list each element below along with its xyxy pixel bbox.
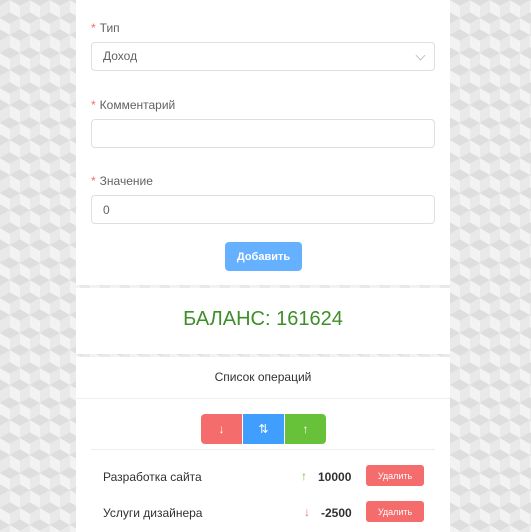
delete-button[interactable]: Удалить	[366, 501, 424, 522]
chevron-down-icon	[415, 50, 426, 61]
type-label: * Тип	[91, 21, 120, 35]
comment-input[interactable]	[91, 119, 435, 148]
value-input[interactable]	[91, 195, 435, 224]
required-mark: *	[91, 21, 96, 35]
arrow-up-icon: ↑	[301, 469, 307, 483]
arrow-down-icon: ↓	[218, 422, 225, 436]
list-item: Услуги дизайнера ↓ -2500 Удалить	[76, 501, 450, 525]
required-mark: *	[91, 98, 96, 112]
list-item: Разработка сайта ↑ 10000 Удалить	[76, 465, 450, 489]
arrow-down-icon: ↓	[304, 505, 310, 519]
balance-text: БАЛАНС: 161624	[183, 308, 343, 330]
type-select[interactable]: Доход	[91, 42, 435, 71]
divider	[91, 449, 435, 450]
operations-title: Список операций	[76, 357, 450, 399]
filter-button-group: ↓ ⇅ ↑	[201, 414, 326, 444]
type-select-value: Доход	[103, 49, 138, 63]
operation-title: Услуги дизайнера	[103, 506, 203, 520]
operation-amount: 10000	[318, 470, 352, 484]
operation-amount: -2500	[321, 506, 352, 520]
arrow-up-icon: ↑	[302, 422, 309, 436]
operations-card: Список операций ↓ ⇅ ↑ Разработка сайта ↑…	[76, 357, 450, 532]
delete-button[interactable]: Удалить	[366, 465, 424, 486]
operation-title: Разработка сайта	[103, 470, 202, 484]
sort-icon: ⇅	[258, 422, 269, 436]
comment-label: * Комментарий	[91, 98, 176, 112]
required-mark: *	[91, 174, 96, 188]
filter-income-button[interactable]: ↑	[285, 414, 326, 444]
balance-card: БАЛАНС: 161624	[76, 288, 450, 354]
filter-all-button[interactable]: ⇅	[243, 414, 284, 444]
value-label: * Значение	[91, 174, 153, 188]
add-operation-form: *Тип Доход *Комментарий *Значение Добави…	[76, 0, 450, 285]
filter-expense-button[interactable]: ↓	[201, 414, 242, 444]
add-button[interactable]: Добавить	[225, 242, 302, 271]
